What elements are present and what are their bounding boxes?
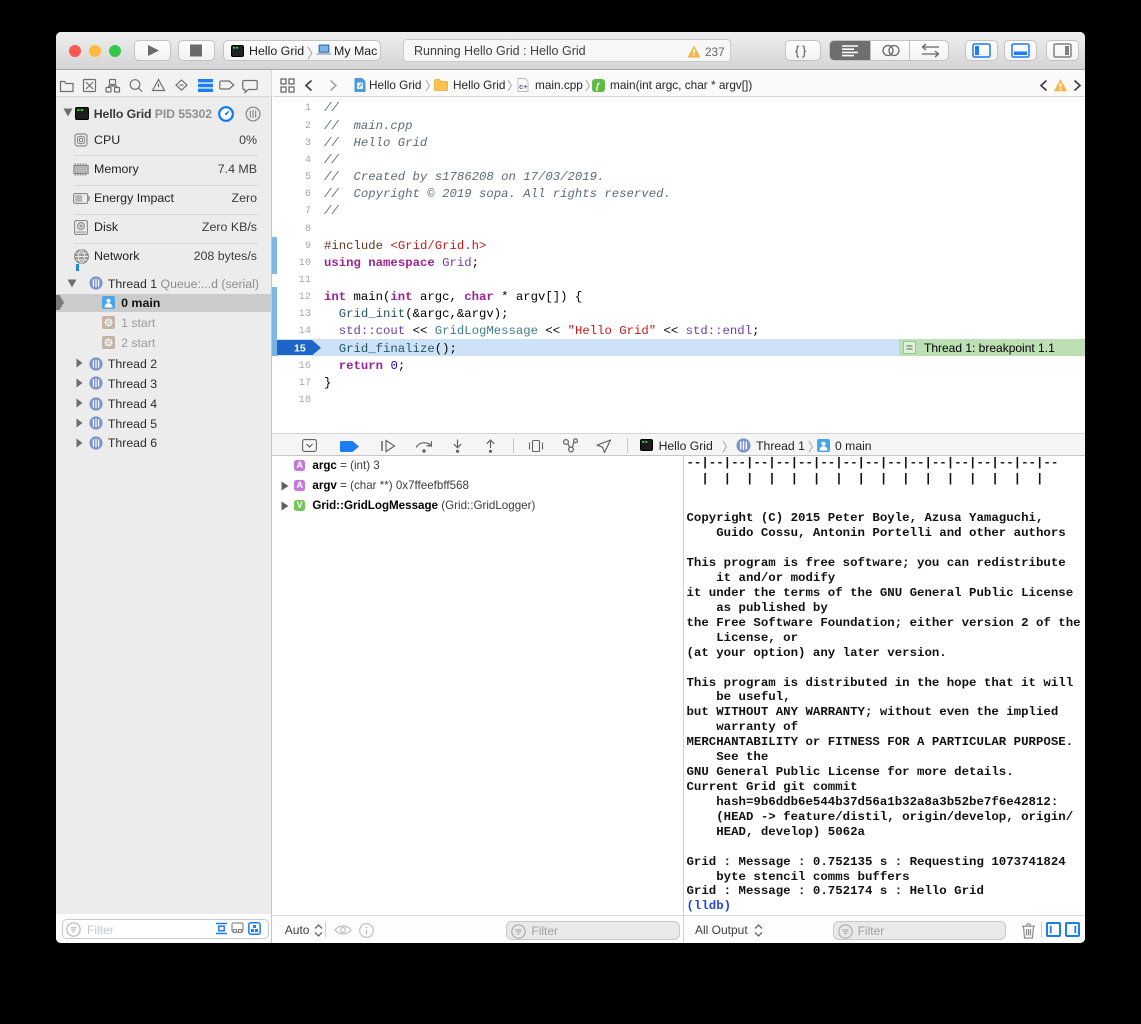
svg-text:c+: c+ — [519, 82, 528, 91]
